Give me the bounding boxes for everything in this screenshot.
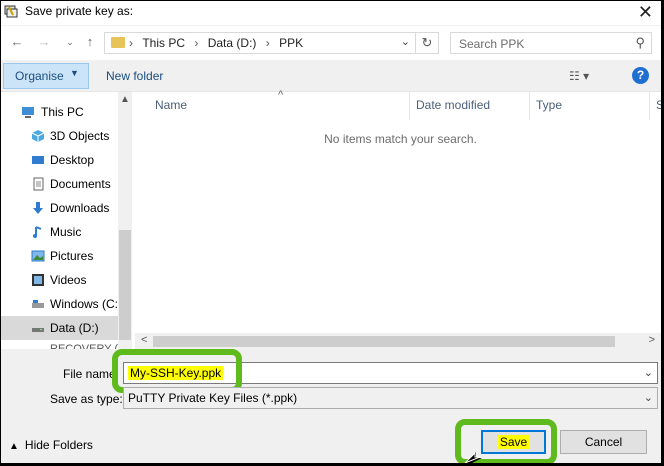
scrollbar-thumb[interactable] [153, 336, 615, 347]
column-header-name[interactable]: Name [149, 92, 410, 120]
empty-message: No items match your search. [324, 132, 477, 146]
close-icon[interactable]: ✕ [638, 1, 653, 23]
drive-icon [32, 300, 44, 308]
column-header-size[interactable]: S [650, 92, 661, 120]
navigation-pane: This PC 3D Objects Desktop Documents Dow… [1, 92, 132, 350]
scrollbar-thumb[interactable] [119, 230, 131, 340]
sidebar-item-music[interactable]: Music [1, 220, 119, 244]
address-bar[interactable]: › This PC › Data (D:) › PPK ⌄ ↻ [104, 32, 439, 54]
chevron-down-icon[interactable]: ⌄ [644, 391, 653, 404]
sidebar-item-pictures[interactable]: Pictures [1, 244, 119, 268]
title-bar: Save private key as: ✕ [1, 1, 661, 25]
horizontal-scrollbar[interactable]: < > [135, 333, 661, 350]
putty-icon [4, 5, 18, 18]
sidebar-item-this-pc[interactable]: This PC [1, 100, 119, 124]
back-arrow-icon[interactable]: ← [9, 34, 25, 50]
up-arrow-icon[interactable]: ↑ [82, 34, 98, 50]
scroll-right-icon[interactable]: > [649, 334, 655, 346]
sidebar-item-label: Documents [50, 177, 111, 191]
videos-icon [32, 274, 44, 286]
navigation-bar: ← → ⌄ ↑ › This PC › Data (D:) › PPK ⌄ ↻ … [1, 26, 661, 60]
cancel-button[interactable]: Cancel [560, 430, 647, 454]
navigation-scrollbar[interactable]: ▲ [118, 92, 132, 350]
sidebar-item-3d-objects[interactable]: 3D Objects [1, 124, 119, 148]
music-icon [33, 226, 42, 238]
documents-icon [33, 177, 44, 191]
column-header-date-modified[interactable]: Date modified [410, 92, 530, 120]
search-placeholder: Search PPK [459, 37, 525, 51]
desktop-icon [32, 156, 44, 164]
sidebar-item-data-d[interactable]: Data (D:) [1, 316, 119, 340]
organise-label: Organise [15, 69, 64, 83]
sidebar-item-label: Pictures [50, 249, 94, 263]
forward-arrow-icon[interactable]: → [36, 34, 52, 50]
scroll-left-icon[interactable]: < [141, 334, 147, 346]
sidebar-item-desktop[interactable]: Desktop [1, 148, 119, 172]
save-options: File name My-SSH-Key.ppk ⌄ Save as type:… [1, 349, 661, 463]
column-header-type[interactable]: Type [530, 92, 650, 120]
save-label: Save [496, 435, 531, 449]
sidebar-item-videos[interactable]: Videos [1, 268, 119, 292]
refresh-icon[interactable]: ↻ [415, 33, 438, 53]
hide-folders-button[interactable]: ▲ Hide Folders [9, 438, 93, 452]
caret-down-icon: ▼ [70, 68, 79, 78]
sidebar-item-downloads[interactable]: Downloads [1, 196, 119, 220]
breadcrumb-data-drive[interactable]: Data (D:) [208, 36, 257, 50]
help-icon[interactable]: ? [632, 67, 649, 84]
drive-icon [32, 328, 44, 332]
sidebar-item-label: Desktop [50, 153, 95, 167]
save-as-type-value: PuTTY Private Key Files (*.ppk) [128, 391, 298, 405]
search-icon: ⚲ [635, 35, 645, 50]
sidebar-item-label: Music [50, 225, 82, 239]
command-toolbar: Organise ▼ New folder ☷ ▾ ? [1, 61, 661, 91]
breadcrumb: › This PC › Data (D:) › PPK [129, 36, 304, 50]
caret-up-icon: ▲ [9, 441, 19, 452]
mouse-pointer-icon [464, 451, 482, 463]
organise-button[interactable]: Organise ▼ [3, 63, 89, 89]
new-folder-button[interactable]: New folder [106, 69, 163, 83]
filename-label: File name [63, 367, 116, 381]
breadcrumb-ppk[interactable]: PPK [279, 36, 303, 50]
scroll-up-icon[interactable]: ▲ [120, 94, 130, 105]
save-as-type-select[interactable]: PuTTY Private Key Files (*.ppk) ⌄ [123, 387, 658, 409]
view-options-icon[interactable]: ☷ ▾ [569, 69, 589, 83]
hide-folders-label: Hide Folders [24, 438, 93, 452]
file-list-pane: ^ Name Date modified Type S No items mat… [135, 89, 661, 350]
breadcrumb-this-pc[interactable]: This PC [142, 36, 185, 50]
sidebar-item-windows-c[interactable]: Windows (C: [1, 292, 119, 316]
save-dialog: Save private key as: ✕ ← → ⌄ ↑ › This PC… [0, 0, 662, 464]
sidebar-item-label: Videos [50, 273, 87, 287]
chevron-down-icon[interactable]: ⌄ [644, 366, 653, 379]
navigation-list: This PC 3D Objects Desktop Documents Dow… [1, 100, 119, 350]
save-button[interactable]: Save [481, 430, 546, 454]
save-as-type-label: Save as type: [50, 392, 123, 406]
search-input[interactable]: Search PPK ⚲ [450, 32, 652, 54]
sidebar-item-label: Data (D:) [50, 321, 99, 335]
window-title: Save private key as: [25, 4, 134, 18]
sidebar-item-label: 3D Objects [50, 129, 110, 143]
recent-locations-chevron-icon[interactable]: ⌄ [62, 34, 78, 50]
sidebar-item-label: Windows (C: [50, 297, 119, 311]
pictures-icon [31, 250, 45, 262]
browser-panes: This PC 3D Objects Desktop Documents Dow… [1, 89, 661, 350]
sidebar-item-label: This PC [41, 105, 84, 119]
download-icon [33, 202, 43, 214]
cube-icon [31, 130, 45, 142]
computer-icon [22, 107, 34, 118]
sidebar-item-documents[interactable]: Documents [1, 172, 119, 196]
sidebar-item-label: Downloads [50, 201, 110, 215]
folder-icon [111, 37, 125, 48]
address-dropdown-chevron-icon[interactable]: ⌄ [401, 35, 410, 48]
